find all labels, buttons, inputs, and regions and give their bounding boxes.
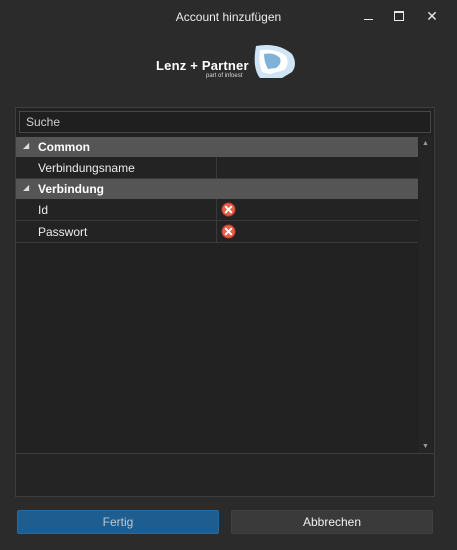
error-icon	[221, 224, 236, 239]
property-name: Verbindungsname	[38, 161, 135, 175]
property-name: Id	[38, 203, 49, 217]
description-panel	[16, 453, 434, 496]
property-row-verbindungsname[interactable]: Verbindungsname	[16, 157, 418, 179]
expand-icon[interactable]: ◢	[23, 141, 29, 150]
minimize-button[interactable]	[354, 5, 382, 27]
search-input[interactable]	[19, 111, 431, 133]
maximize-button[interactable]	[385, 5, 413, 27]
category-label: Common	[38, 140, 90, 154]
property-row-id[interactable]: Id	[16, 199, 418, 221]
scroll-down-icon[interactable]: ▼	[422, 443, 429, 450]
property-name: Passwort	[38, 225, 88, 239]
category-common[interactable]: ◢ Common	[16, 137, 418, 157]
vertical-scrollbar[interactable]: ▲ ▼	[419, 137, 433, 453]
logo-subtitle: part of infoest	[206, 73, 243, 79]
property-value-field[interactable]	[217, 157, 418, 178]
property-row-passwort[interactable]: Passwort	[16, 221, 418, 243]
scroll-up-icon[interactable]: ▲	[422, 140, 429, 147]
property-value-field[interactable]	[217, 199, 418, 220]
close-button[interactable]: ✕	[418, 5, 446, 27]
property-grid: ◢ Common Verbindungsname ◢ Verbindung Id…	[16, 137, 418, 453]
category-verbindung[interactable]: ◢ Verbindung	[16, 179, 418, 199]
minimize-icon	[363, 18, 373, 20]
property-value-field[interactable]	[217, 221, 418, 242]
expand-icon[interactable]: ◢	[23, 183, 29, 192]
title-bar: Account hinzufügen ✕	[0, 0, 457, 34]
maximize-icon	[394, 11, 404, 21]
logo-text: Lenz + Partner	[156, 58, 249, 73]
fertig-button[interactable]: Fertig	[17, 510, 219, 534]
property-grid-panel: ◢ Common Verbindungsname ◢ Verbindung Id…	[15, 107, 435, 497]
error-icon	[221, 202, 236, 217]
company-logo: Lenz + Partner part of infoest	[152, 44, 300, 84]
category-label: Verbindung	[38, 182, 104, 196]
abbrechen-button[interactable]: Abbrechen	[231, 510, 433, 534]
close-icon: ✕	[426, 7, 438, 24]
